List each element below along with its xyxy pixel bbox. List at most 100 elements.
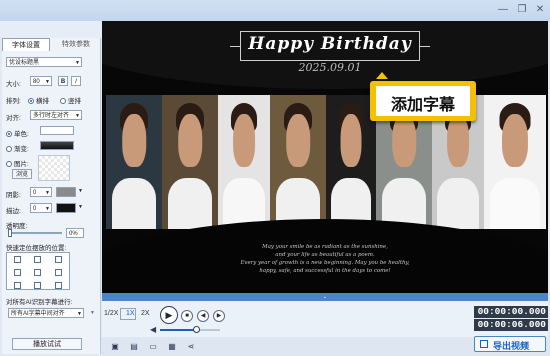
stroke-label: 描边: [6,208,21,215]
align-value: 多行时左对齐 [33,113,70,119]
chevron-down-icon: ▼ [75,60,80,66]
callout-pointer [376,72,388,79]
fill-gradient[interactable]: 渐变: [6,143,29,153]
volume-slider-thumb[interactable] [193,326,200,333]
volume-icon[interactable]: ◀ [150,325,156,334]
settings-tabs: 字体设置 特效参数 [2,38,100,51]
shadow-input[interactable]: 0 ▼ [30,187,52,197]
position-top-left[interactable] [13,256,21,263]
arrange-vertical[interactable]: 竖排 [60,95,81,105]
position-label: 快速定位摆放的位置: [6,245,67,252]
preview-button[interactable]: 播放试试 [12,338,82,350]
opacity-slider-track[interactable] [8,232,62,234]
size-label: 大小: [6,81,21,88]
photo-8 [484,95,546,229]
position-top-center[interactable] [34,256,42,263]
position-mid-left[interactable] [13,269,21,276]
speed-double[interactable]: 2X [141,310,150,317]
minimize-icon[interactable]: — [496,3,510,17]
prev-icon[interactable]: ◀ [197,310,209,322]
shadow-label: 阴影: [6,192,21,199]
blessing-text: May your smile be as radiant as the suns… [202,243,448,275]
photo-2 [162,95,218,229]
close-icon[interactable]: ✕ [533,3,547,17]
radio-icon [6,146,12,153]
fill-single[interactable]: 单色: [6,128,29,138]
chevron-down-icon: ▼ [45,79,50,85]
bold-icon[interactable]: B [58,76,68,86]
restore-icon[interactable]: ❐ [515,3,529,17]
tab-font-settings[interactable]: 字体设置 [2,38,50,51]
ai-subtitle-value: 所有AI字幕中间对齐 [11,311,65,317]
fill-gradient-label: 渐变: [14,146,29,153]
position-bottom-center[interactable] [34,282,42,289]
radio-icon [60,98,66,105]
opacity-slider-thumb[interactable] [8,229,12,237]
stroke-input[interactable]: 0 ▼ [30,203,52,213]
title-text[interactable]: Happy Birthday [240,34,420,54]
save-icon[interactable]: ▣ [110,342,120,351]
toolbar-strip [0,21,102,38]
position-bottom-left[interactable] [13,282,21,289]
fill-image[interactable]: 图片: [6,158,29,168]
next-icon[interactable]: ▶ [213,310,225,322]
stroke-value: 0 [33,206,37,212]
ai-subtitle-label: 对所有AI识别字幕进行: [6,299,73,306]
export-button[interactable]: 导出视频 [474,336,546,352]
add-subtitle-label: 添加字幕 [390,97,455,114]
font-select[interactable]: 优设标题黑 ▼ [6,57,82,67]
open-icon[interactable]: ▭ [148,342,158,351]
current-time: 00:00:00.000 [474,306,548,318]
radio-icon [6,131,12,138]
blessing-line-4: happy, safe, and successful in the days … [259,268,391,274]
align-select[interactable]: 多行时左对齐 ▼ [30,110,82,120]
photo-3 [218,95,270,229]
image-preview [38,155,70,181]
add-subtitle-callout[interactable]: 添加字幕 [370,81,476,121]
radio-icon [28,98,34,105]
size-input[interactable]: 80 ▼ [30,76,52,86]
ai-subtitle-select[interactable]: 所有AI字幕中间对齐 ▼ [8,308,84,318]
position-center[interactable] [34,269,42,276]
play-icon[interactable]: ▶ [160,306,178,324]
position-grid [6,252,70,290]
italic-icon[interactable]: I [71,76,81,86]
scroll-down-icon[interactable]: ▼ [90,310,95,316]
tab-effect-params[interactable]: 特效参数 [52,38,100,51]
position-top-right[interactable] [55,256,63,263]
folder-icon[interactable]: ▤ [129,342,139,351]
title-frame-line-right [420,46,430,47]
chevron-down-icon[interactable]: ▼ [78,204,83,210]
disk-icon[interactable]: ▦ [167,342,177,351]
volume-slider-fill [160,329,196,331]
blessing-line-1: May your smile be as radiant as the suns… [262,244,388,250]
stroke-color-swatch[interactable] [56,203,76,213]
share-icon[interactable]: ⋖ [186,342,196,351]
stop-icon[interactable]: ■ [181,310,193,322]
browse-button[interactable]: 浏览 [12,169,32,179]
shadow-color-swatch[interactable] [56,187,76,197]
position-mid-right[interactable] [55,269,63,276]
date-text[interactable]: 2025.09.01 [292,61,368,74]
chevron-down-icon[interactable]: ▼ [78,188,83,194]
export-label: 导出视频 [493,341,530,351]
single-color-swatch[interactable] [40,126,74,135]
video-canvas[interactable]: Happy Birthday 2025.09.01 添加字幕 May your … [102,21,548,293]
photo-1 [106,95,162,229]
shadow-value: 0 [33,190,37,196]
opacity-input[interactable]: 0% [66,228,84,238]
photo-5 [326,95,376,229]
photo-4 [270,95,326,229]
timeline-collapse-icon[interactable]: ⌄ [320,293,330,301]
speed-half[interactable]: 1/2X [104,310,118,317]
opacity-value: 0% [69,231,78,237]
chevron-down-icon: ▼ [45,206,50,212]
arrange-horizontal[interactable]: 横排 [28,95,49,105]
chevron-down-icon: ▼ [45,190,50,196]
speed-group-frame [120,308,136,320]
radio-icon [6,161,12,168]
position-bottom-right[interactable] [55,282,63,289]
arrange-vertical-label: 竖排 [68,98,81,105]
gradient-swatch[interactable] [40,141,74,150]
align-label: 对齐: [6,115,21,122]
